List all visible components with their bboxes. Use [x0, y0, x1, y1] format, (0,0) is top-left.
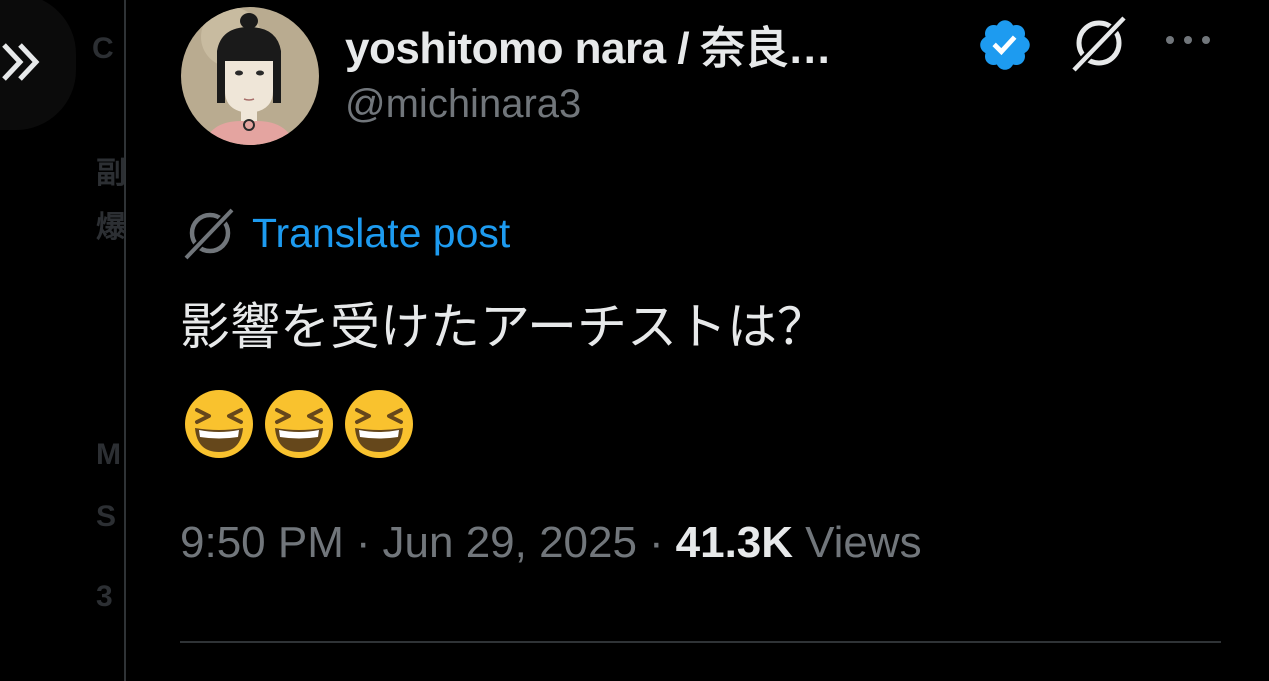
ghost-text: 爆: [96, 211, 126, 244]
ghost-text: M: [96, 438, 121, 471]
views-label: Views: [805, 518, 922, 567]
ghost-text: 3: [96, 580, 113, 613]
display-name[interactable]: yoshitomo nara / 奈良…: [345, 12, 832, 76]
translate-post-label[interactable]: Translate post: [252, 210, 510, 257]
post-text: 影響を受けたアーチストは？: [180, 298, 827, 356]
avatar[interactable]: [181, 7, 319, 145]
views-count[interactable]: 41.3K: [676, 518, 793, 568]
ghost-text: 副: [96, 157, 126, 190]
post-meta: 9:50 PM · Jun 29, 2025 · 41.3K Views: [180, 518, 922, 568]
post-date[interactable]: Jun 29, 2025: [383, 518, 637, 568]
verified-badge-icon[interactable]: [976, 16, 1034, 74]
left-column: C 副 爆 M S 3: [0, 0, 126, 681]
grinning-squinting-face-icon: [265, 390, 333, 458]
tweet-page: C 副 爆 M S 3 yoshitomo nara / 奈良… @michin…: [0, 0, 1269, 681]
emoji-row: [183, 388, 415, 460]
post-time[interactable]: 9:50 PM: [180, 518, 344, 568]
user-handle[interactable]: @michinara3: [345, 82, 581, 127]
author-name-row[interactable]: yoshitomo nara / 奈良…: [345, 12, 832, 76]
avatar-portrait-icon: [181, 7, 319, 145]
grok-icon[interactable]: [1066, 10, 1132, 76]
double-chevron-right-icon: [2, 43, 40, 81]
grok-translate-icon: [181, 205, 237, 262]
expand-button[interactable]: [0, 0, 76, 130]
grinning-squinting-face-icon: [345, 390, 413, 458]
divider: [180, 641, 1221, 643]
meta-separator: ·: [355, 518, 371, 567]
ghost-text: C: [92, 32, 114, 65]
meta-separator: ·: [648, 518, 664, 567]
translate-post-link[interactable]: Translate post: [180, 204, 510, 262]
ghost-text: S: [96, 500, 117, 533]
more-options-icon[interactable]: [1158, 20, 1218, 60]
grinning-squinting-face-icon: [185, 390, 253, 458]
